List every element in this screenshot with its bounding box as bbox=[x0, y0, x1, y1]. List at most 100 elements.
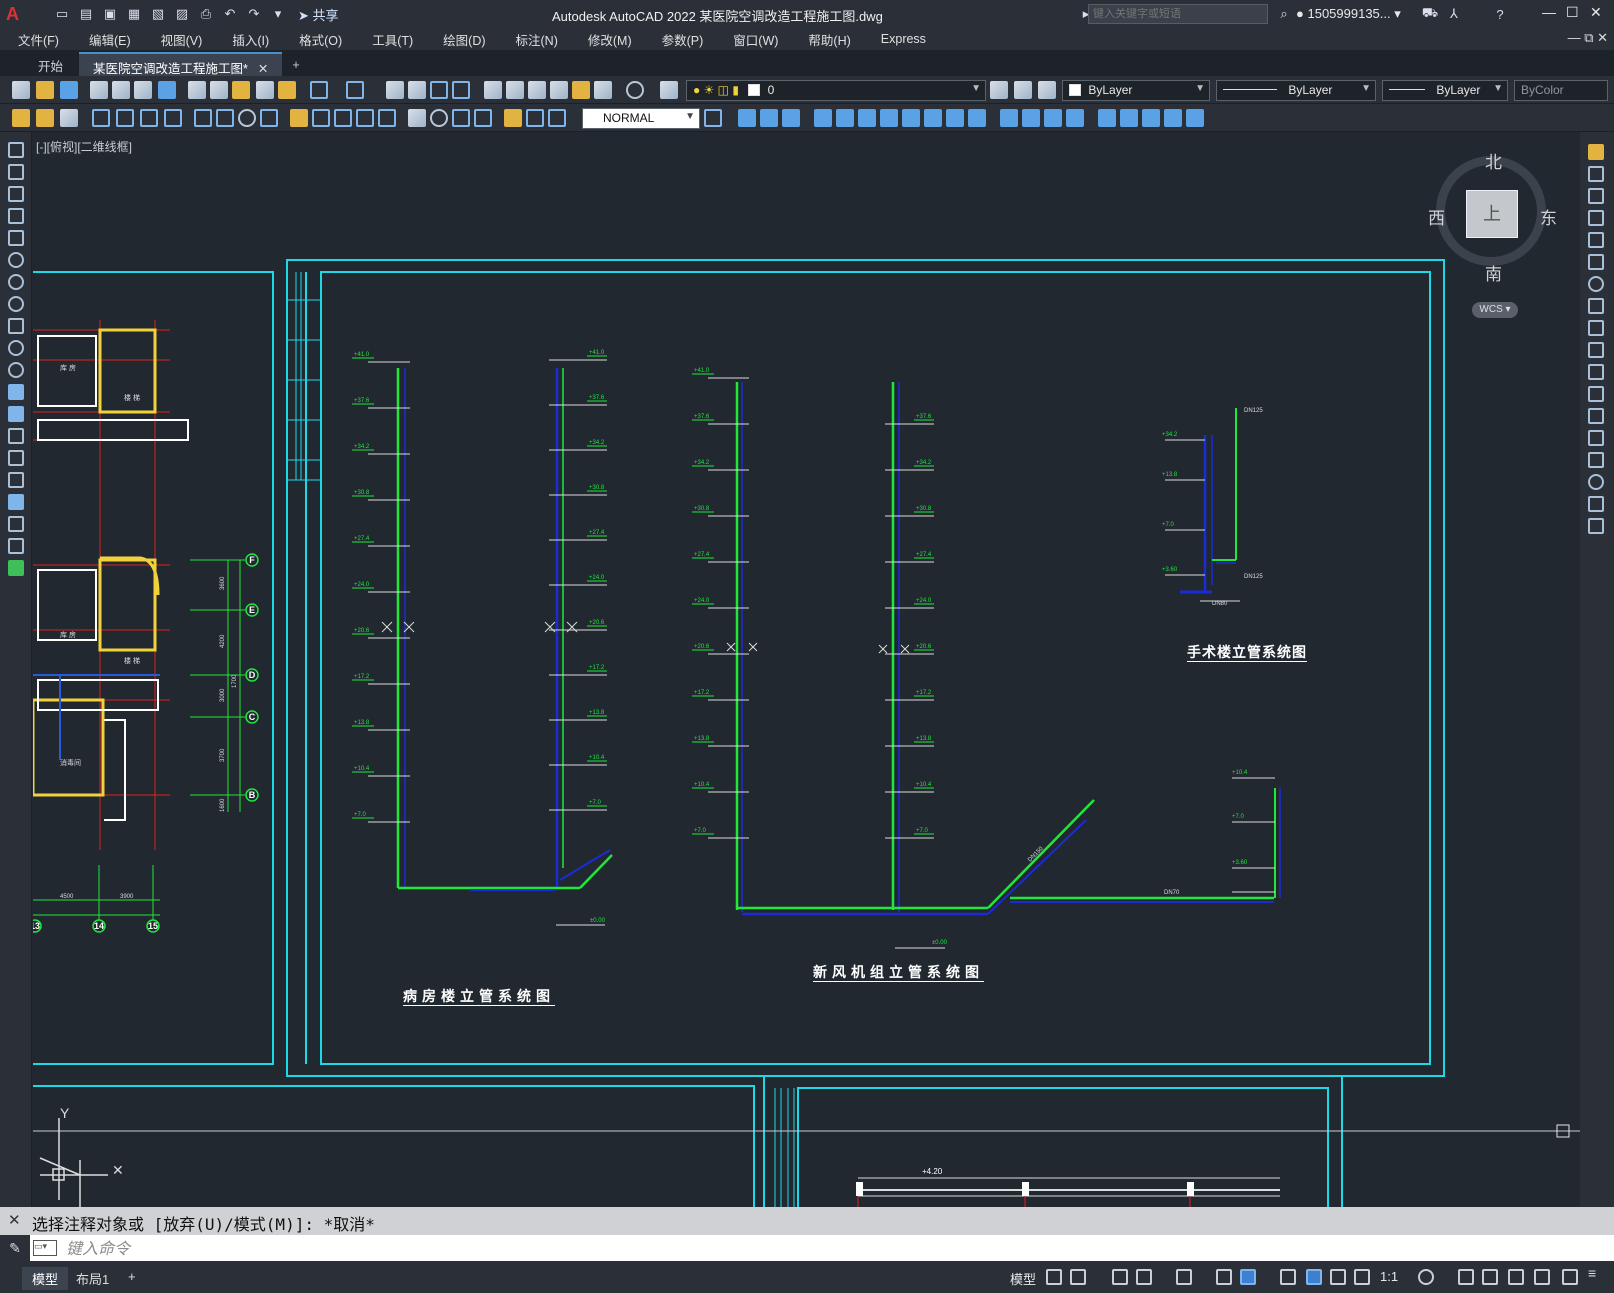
help-toolbar-icon[interactable] bbox=[626, 81, 644, 99]
stretch-icon[interactable] bbox=[902, 109, 920, 127]
grid-icon[interactable] bbox=[1046, 1269, 1062, 1285]
dim-break-icon[interactable] bbox=[378, 109, 396, 127]
region-icon[interactable] bbox=[8, 494, 24, 510]
object-snap-icon[interactable] bbox=[1240, 1269, 1256, 1285]
make-block-icon[interactable] bbox=[8, 406, 24, 422]
tool-palettes-icon[interactable] bbox=[528, 81, 546, 99]
offset-icon[interactable] bbox=[782, 109, 800, 127]
new-tab-button[interactable]: + bbox=[282, 54, 309, 76]
polygon-icon[interactable] bbox=[8, 208, 24, 224]
explode-modify-icon[interactable] bbox=[1588, 518, 1604, 534]
make-current-icon[interactable] bbox=[990, 81, 1008, 99]
chamfer-icon[interactable] bbox=[1022, 109, 1040, 127]
plot-icon[interactable] bbox=[90, 81, 108, 99]
user-account[interactable]: ● 1505999135... ▾ bbox=[1296, 6, 1401, 22]
isodraft-icon[interactable] bbox=[1176, 1269, 1192, 1285]
stretch-modify-icon[interactable] bbox=[1588, 320, 1604, 336]
save-as-icon[interactable]: ▦ bbox=[124, 4, 144, 24]
array-icon[interactable] bbox=[814, 109, 832, 127]
extend-modify-icon[interactable] bbox=[1588, 364, 1604, 380]
color-dropdown[interactable]: ByLayer ▼ bbox=[1062, 80, 1210, 101]
menu-file[interactable]: 文件(F) bbox=[0, 30, 71, 49]
compass-east[interactable]: 东 bbox=[1540, 204, 1557, 229]
tab-layout1[interactable]: 布局1 bbox=[66, 1267, 119, 1290]
zoom-realtime-icon[interactable] bbox=[408, 81, 426, 99]
undo-toolbar-icon[interactable] bbox=[310, 81, 328, 99]
lineweight-icon[interactable] bbox=[1280, 1269, 1296, 1285]
dim-update-icon[interactable] bbox=[548, 109, 566, 127]
sheet-set-icon[interactable] bbox=[550, 81, 568, 99]
quick-properties-icon[interactable] bbox=[1508, 1269, 1524, 1285]
point-icon[interactable] bbox=[8, 428, 24, 444]
save-toolbar-icon[interactable] bbox=[60, 81, 78, 99]
ordinate-dim-icon[interactable] bbox=[164, 109, 182, 127]
menu-window[interactable]: 窗口(W) bbox=[715, 30, 790, 49]
move-icon[interactable] bbox=[836, 109, 854, 127]
join-modify-icon[interactable] bbox=[1588, 430, 1604, 446]
dim-text-edit-icon[interactable] bbox=[526, 109, 544, 127]
linetype-dropdown[interactable]: ByLayer ▼ bbox=[1216, 80, 1376, 101]
auto-scale-icon[interactable] bbox=[1330, 1269, 1346, 1285]
inspect-icon[interactable] bbox=[452, 109, 470, 127]
ellipse-icon[interactable] bbox=[8, 340, 24, 356]
scale-icon[interactable] bbox=[880, 109, 898, 127]
app-logo-icon[interactable]: A bbox=[6, 3, 30, 25]
new-file-icon[interactable]: ▭ bbox=[52, 4, 72, 24]
undo-icon[interactable]: ↶ bbox=[220, 4, 240, 24]
wcs-menu[interactable]: WCS ▾ bbox=[1472, 302, 1518, 318]
plot-preview-icon[interactable]: ▧ bbox=[148, 4, 168, 24]
close-button[interactable]: ✕ bbox=[1590, 4, 1602, 21]
zoom-window-icon[interactable] bbox=[430, 81, 448, 99]
arc-icon[interactable] bbox=[8, 252, 24, 268]
menu-dimension[interactable]: 标注(N) bbox=[498, 30, 570, 49]
properties-icon[interactable] bbox=[484, 81, 502, 99]
snap-icon[interactable] bbox=[1070, 1269, 1086, 1285]
menu-insert[interactable]: 插入(I) bbox=[214, 30, 281, 49]
arc-length-icon[interactable] bbox=[140, 109, 158, 127]
fullscreen-icon[interactable] bbox=[1562, 1269, 1578, 1285]
polar-icon[interactable] bbox=[1136, 1269, 1152, 1285]
break-icon[interactable] bbox=[968, 109, 986, 127]
mirror-icon[interactable] bbox=[760, 109, 778, 127]
radius-dim-icon[interactable] bbox=[194, 109, 212, 127]
quick-dimension-icon[interactable] bbox=[290, 109, 308, 127]
publish-toolbar-icon[interactable] bbox=[134, 81, 152, 99]
calculator-icon[interactable] bbox=[594, 81, 612, 99]
center-mark-icon[interactable] bbox=[430, 109, 448, 127]
insert-block-icon[interactable] bbox=[8, 384, 24, 400]
add-selected-icon[interactable] bbox=[8, 560, 24, 576]
lineweight-dropdown[interactable]: ByLayer ▼ bbox=[1382, 80, 1508, 101]
menu-modify[interactable]: 修改(M) bbox=[570, 30, 644, 49]
tab-model[interactable]: 模型 bbox=[22, 1267, 69, 1290]
dim-style-icon[interactable] bbox=[60, 109, 78, 127]
help-icon[interactable]: ? bbox=[1490, 4, 1510, 24]
preview-icon[interactable] bbox=[112, 81, 130, 99]
save-icon[interactable]: ▣ bbox=[100, 4, 120, 24]
table-icon[interactable] bbox=[8, 516, 24, 532]
revision-cloud-icon[interactable] bbox=[8, 296, 24, 312]
cut-icon[interactable] bbox=[188, 81, 206, 99]
paste-icon[interactable] bbox=[232, 81, 250, 99]
construction-line-icon[interactable] bbox=[8, 164, 24, 180]
maximize-button[interactable]: ☐ bbox=[1566, 4, 1579, 21]
baseline-dim-icon[interactable] bbox=[312, 109, 330, 127]
line-icon[interactable] bbox=[8, 142, 24, 158]
viewcube[interactable]: 上 北 南 西 东 bbox=[1428, 148, 1557, 286]
command-input[interactable] bbox=[66, 1237, 1566, 1259]
aligned-dim-icon[interactable] bbox=[116, 109, 134, 127]
workspace-gear-icon[interactable] bbox=[1418, 1269, 1434, 1285]
dim-space-icon[interactable] bbox=[356, 109, 374, 127]
copy-icon[interactable] bbox=[210, 81, 228, 99]
menu-help[interactable]: 帮助(H) bbox=[790, 30, 862, 49]
ortho-icon[interactable] bbox=[1112, 1269, 1128, 1285]
units-icon[interactable] bbox=[1482, 1269, 1498, 1285]
document-window-controls[interactable]: — ⧉ ✕ bbox=[1568, 30, 1608, 46]
hatch-icon[interactable] bbox=[8, 450, 24, 466]
move-modify-icon[interactable] bbox=[1588, 254, 1604, 270]
menu-format[interactable]: 格式(O) bbox=[281, 30, 354, 49]
add-layout-button[interactable]: + bbox=[118, 1267, 146, 1286]
qnew-icon[interactable] bbox=[12, 81, 30, 99]
text-style-dropdown[interactable]: NORMAL ▼ bbox=[582, 108, 700, 129]
autodesk-app-icon[interactable]: ⅄ bbox=[1444, 4, 1464, 24]
copy-object-icon[interactable] bbox=[738, 109, 756, 127]
